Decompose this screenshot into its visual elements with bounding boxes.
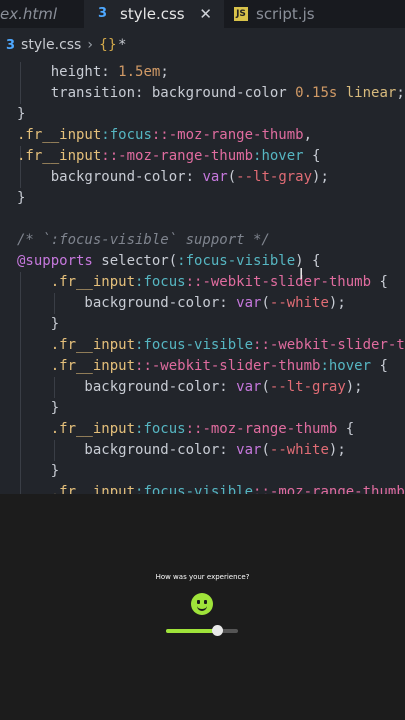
symbol-icon: {} <box>98 37 117 53</box>
code-line[interactable]: background-color: var(--lt-gray); <box>17 377 362 398</box>
code-line[interactable]: .fr__input:focus::-webkit-slider-thumb { <box>17 272 388 293</box>
code-line[interactable]: @supports selector(:focus-visible) { <box>17 251 320 272</box>
code-line[interactable]: background-color: var(--white); <box>17 293 345 314</box>
code-line[interactable]: } <box>17 461 59 482</box>
code-line[interactable]: background-color: var(--white); <box>17 440 345 461</box>
tab-label: script.js <box>256 5 315 23</box>
slider-fill <box>166 629 218 633</box>
code-line[interactable]: } <box>17 188 25 209</box>
tab-style-css[interactable]: 3 style.css ✕ <box>84 0 224 28</box>
code-line[interactable]: .fr__input:focus::-moz-range-thumb, <box>17 125 312 146</box>
css-file-icon: 3 <box>98 6 108 21</box>
code-line[interactable]: background-color: var(--lt-gray); <box>17 167 329 188</box>
code-line[interactable]: } <box>17 104 25 125</box>
code-line[interactable]: .fr__input:focus::-moz-range-thumb { <box>17 419 354 440</box>
rating-slider[interactable] <box>166 625 238 636</box>
rating-question: How was your experience? <box>155 573 250 581</box>
close-icon[interactable]: ✕ <box>199 5 212 23</box>
text-cursor-icon: I <box>299 265 304 283</box>
tab-script-js[interactable]: JS script.js <box>224 0 405 28</box>
slider-thumb[interactable] <box>212 625 224 636</box>
tab-ex-html[interactable]: ex.html <box>0 0 84 28</box>
tab-label: style.css <box>120 5 185 23</box>
breadcrumb-symbol[interactable]: * <box>119 37 126 53</box>
chevron-right-icon: › <box>87 37 93 53</box>
editor-tab-bar: ex.html 3 style.css ✕ JS script.js <box>0 0 405 28</box>
code-line[interactable]: .fr__input::-webkit-slider-thumb:hover { <box>17 356 388 377</box>
preview-panel: How was your experience? <box>0 494 405 720</box>
code-line[interactable]: /* `:focus-visible` support */ <box>17 230 270 251</box>
code-line[interactable]: .fr__input:focus-visible::-webkit-slider… <box>17 335 405 356</box>
code-editor[interactable]: height: 1.5em; transition: background-co… <box>0 62 405 494</box>
code-line[interactable]: } <box>17 398 59 419</box>
css-file-icon: 3 <box>6 37 16 53</box>
breadcrumb-file[interactable]: style.css <box>21 37 81 53</box>
code-line[interactable]: } <box>17 314 59 335</box>
code-line[interactable]: transition: background-color 0.15s linea… <box>17 83 405 104</box>
code-line[interactable]: .fr__input:focus-visible::-moz-range-thu… <box>17 482 405 494</box>
code-line[interactable]: height: 1.5em; <box>17 62 169 83</box>
breadcrumb: 3 style.css › {} * <box>0 28 405 62</box>
smiley-face-icon <box>191 593 213 615</box>
js-file-icon: JS <box>234 7 248 21</box>
tab-label: ex.html <box>0 5 58 23</box>
code-line[interactable]: .fr__input::-moz-range-thumb:hover { <box>17 146 320 167</box>
